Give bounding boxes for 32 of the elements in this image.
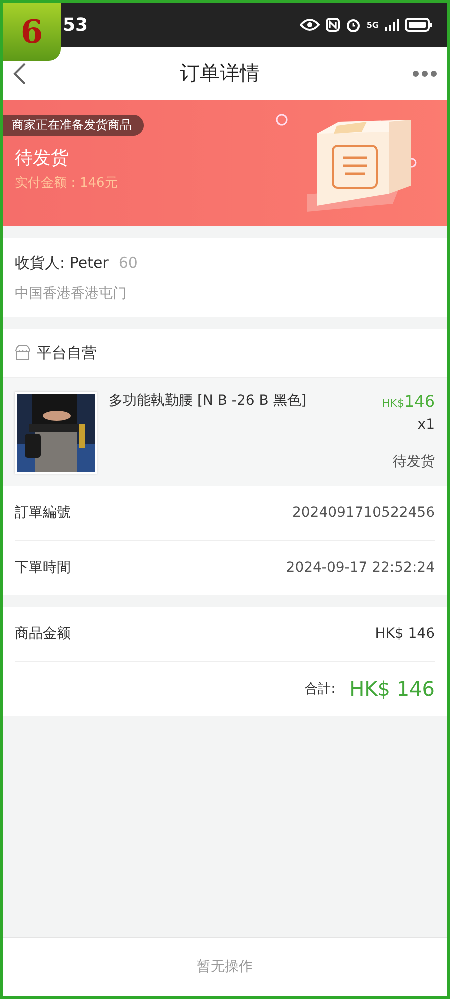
signal-icon bbox=[385, 19, 399, 31]
page-title: 订单详情 bbox=[179, 60, 261, 87]
network-label: 5G bbox=[366, 20, 379, 30]
info-label: 訂單編號 bbox=[15, 504, 71, 522]
alarm-icon bbox=[346, 18, 361, 32]
store-icon bbox=[15, 345, 31, 361]
info-label: 下單時間 bbox=[15, 559, 71, 577]
amount-label: 商品金额 bbox=[15, 625, 71, 643]
battery-icon bbox=[405, 18, 433, 32]
store-name: 平台自营 bbox=[37, 344, 97, 362]
nfc-icon bbox=[326, 18, 340, 32]
amount-value: HK$ 146 bbox=[375, 626, 435, 642]
receiver-name: 收貨人: Peter bbox=[15, 254, 109, 273]
step-badge: 6 bbox=[3, 3, 61, 61]
back-icon[interactable] bbox=[13, 62, 27, 86]
status-time: 53 bbox=[63, 14, 88, 36]
receiver-phone: 60 bbox=[118, 254, 138, 273]
info-value: 2024-09-17 22:52:24 bbox=[286, 560, 435, 576]
status-notice: 商家正在准备发货商品 bbox=[3, 115, 144, 136]
eye-icon bbox=[300, 19, 320, 31]
total-label: 合計: bbox=[305, 681, 336, 698]
product-title[interactable]: 多功能執勤腰 [N B -26 B 黑色] bbox=[109, 392, 370, 474]
paid-amount: 实付金额：146元 bbox=[15, 175, 118, 192]
product-status: 待发货 bbox=[393, 453, 435, 471]
product-price: HK$146 bbox=[382, 392, 435, 411]
product-quantity: x1 bbox=[418, 417, 435, 433]
more-icon[interactable] bbox=[413, 70, 437, 76]
order-status: 待发货 bbox=[15, 147, 69, 170]
receiver-address: 中国香港香港屯门 bbox=[15, 285, 128, 303]
info-value: 2024091710522456 bbox=[292, 505, 435, 521]
total-value: HK$ 146 bbox=[350, 677, 435, 701]
no-action-text: 暂无操作 bbox=[197, 958, 253, 976]
